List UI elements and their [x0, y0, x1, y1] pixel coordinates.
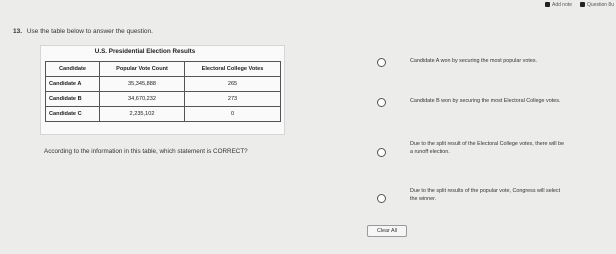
radio-button-a[interactable] — [377, 58, 386, 67]
choice-text-line: Due to the split result of the Electoral… — [410, 141, 565, 147]
choice-text-line: the winner. — [410, 196, 437, 202]
question-indicator-label: Question 8u — [587, 1, 614, 8]
table-header-row: Candidate Popular Vote Count Electoral C… — [45, 61, 281, 77]
table-header-cell: Candidate — [45, 61, 100, 77]
bookmark-icon — [580, 2, 586, 7]
choice-c-text: Due to the split result of the Electoral… — [410, 140, 564, 156]
radio-button-d[interactable] — [377, 194, 386, 203]
add-note-button[interactable]: Add note — [545, 2, 572, 8]
choice-text-line: Candidate A won by securing the most pop… — [410, 58, 538, 64]
candidate-cell: Candidate C — [45, 106, 100, 122]
electoral-vote-cell: 0 — [184, 106, 281, 122]
electoral-vote-cell: 273 — [184, 91, 281, 107]
choice-b-text: Candidate B won by securing the most Ele… — [410, 97, 560, 105]
add-note-label: Add note — [552, 1, 573, 8]
question-number: 13. — [13, 28, 23, 35]
choice-d-text: Due to the split results of the popular … — [410, 187, 560, 203]
choice-text-line: a runoff election. — [410, 149, 450, 155]
top-toolbar: Add note Question 8u — [545, 0, 616, 9]
table-row: Candidate A 35,345,888 265 — [45, 76, 281, 92]
popular-vote-cell: 35,345,888 — [99, 76, 185, 92]
table-header-cell: Electoral College Votes — [184, 61, 281, 77]
question-indicator[interactable]: Question 8u — [580, 2, 614, 8]
clear-all-button[interactable]: Clear All — [367, 225, 407, 237]
note-icon — [545, 2, 550, 7]
question-stem: According to the information in this tab… — [44, 148, 248, 155]
popular-vote-cell: 34,670,232 — [99, 91, 185, 107]
choice-text-line: Candidate B won by securing the most Ele… — [410, 98, 561, 104]
table-row: Candidate B 34,670,232 273 — [45, 91, 281, 107]
candidate-cell: Candidate B — [45, 91, 100, 107]
table-header-cell: Popular Vote Count — [99, 61, 185, 77]
choice-text-line: Due to the split results of the popular … — [410, 188, 561, 194]
results-table: Candidate Popular Vote Count Electoral C… — [45, 61, 281, 122]
table-row: Candidate C 2,235,102 0 — [45, 106, 281, 122]
radio-button-b[interactable] — [377, 98, 386, 107]
electoral-vote-cell: 265 — [184, 76, 281, 92]
radio-button-c[interactable] — [377, 148, 386, 157]
results-table-card: U.S. Presidential Election Results Candi… — [40, 45, 285, 135]
choice-a-text: Candidate A won by securing the most pop… — [410, 57, 537, 65]
table-title: U.S. Presidential Election Results — [94, 48, 196, 55]
question-header: 13. Use the table below to answer the qu… — [13, 28, 153, 35]
popular-vote-cell: 2,235,102 — [99, 106, 185, 122]
candidate-cell: Candidate A — [45, 76, 100, 92]
question-instruction: Use the table below to answer the questi… — [26, 28, 153, 35]
